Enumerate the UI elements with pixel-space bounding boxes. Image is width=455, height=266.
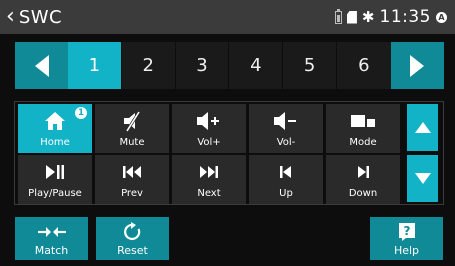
- mute-key-label: Mute: [119, 137, 145, 148]
- sd-card-icon: [346, 10, 357, 24]
- notification-icon: A: [436, 11, 447, 23]
- play-pause-icon: [45, 159, 65, 185]
- match-button[interactable]: Match: [15, 217, 88, 260]
- up-key-label: Up: [279, 188, 293, 199]
- reset-button-label: Reset: [117, 244, 148, 257]
- home-icon: [44, 108, 66, 134]
- page-tab-6[interactable]: 6: [336, 42, 391, 89]
- back-button[interactable]: ‹ SWC: [6, 4, 62, 30]
- help-button-label: Help: [393, 244, 420, 257]
- learned-badge: 1: [75, 107, 87, 119]
- page-prev-button[interactable]: [15, 42, 68, 89]
- mode-key-label: Mode: [349, 137, 377, 148]
- page-next-button[interactable]: [390, 42, 444, 89]
- reset-icon: [123, 221, 143, 243]
- prev-key-label: Prev: [121, 188, 143, 199]
- help-icon: ?: [398, 221, 416, 243]
- match-button-label: Match: [34, 244, 69, 257]
- arrow-left-icon: [34, 54, 49, 77]
- home-key-label: Home: [40, 137, 70, 148]
- vol-down-key[interactable]: Vol-: [249, 104, 323, 153]
- mode-icon: [350, 108, 376, 134]
- volume-up-icon: [196, 108, 222, 134]
- play-pause-key[interactable]: Play/Pause: [18, 155, 92, 204]
- battery-icon: [334, 8, 342, 24]
- page-selector: 1 2 3 4 5 6: [15, 42, 444, 89]
- mute-icon: [121, 108, 143, 134]
- prev-key[interactable]: Prev: [95, 155, 169, 204]
- step-forward-icon: [356, 159, 370, 185]
- status-indicators: ✱ 11:35 A: [334, 6, 447, 28]
- reset-button[interactable]: Reset: [96, 217, 169, 260]
- arrow-right-icon: [410, 54, 425, 77]
- next-key-label: Next: [197, 188, 221, 199]
- down-key-label: Down: [348, 188, 378, 199]
- down-key[interactable]: Down: [326, 155, 400, 204]
- volume-down-icon: [273, 108, 299, 134]
- home-key[interactable]: Home 1: [18, 104, 92, 153]
- arrow-up-icon: [414, 122, 431, 133]
- page-tab-3[interactable]: 3: [175, 42, 230, 89]
- vol-up-key[interactable]: Vol+: [172, 104, 246, 153]
- step-back-icon: [279, 159, 293, 185]
- page-tab-4[interactable]: 4: [229, 42, 284, 89]
- match-icon: [37, 221, 67, 243]
- play-pause-key-label: Play/Pause: [28, 188, 82, 199]
- mode-key[interactable]: Mode: [326, 104, 400, 153]
- page-tab-5[interactable]: 5: [283, 42, 337, 89]
- up-key[interactable]: Up: [249, 155, 323, 204]
- page-tab-2[interactable]: 2: [121, 42, 176, 89]
- clock: 11:35: [379, 7, 431, 27]
- page-tab-1[interactable]: 1: [68, 42, 122, 89]
- svg-text:?: ?: [403, 224, 410, 238]
- status-bar: ‹ SWC ✱ 11:35 A: [0, 0, 455, 34]
- bluetooth-icon: ✱: [361, 7, 375, 26]
- vol-up-key-label: Vol+: [197, 137, 221, 148]
- skip-next-icon: [199, 159, 219, 185]
- key-panel: Home 1 Mute Vol+ Vol- Mode Play/Pause Pr…: [14, 101, 444, 205]
- arrow-down-icon: [414, 173, 431, 184]
- vol-down-key-label: Vol-: [276, 137, 296, 148]
- skip-previous-icon: [122, 159, 142, 185]
- scroll-up-button[interactable]: [407, 104, 438, 151]
- scroll-down-button[interactable]: [407, 155, 438, 202]
- mute-key[interactable]: Mute: [95, 104, 169, 153]
- page-title: SWC: [18, 6, 63, 28]
- next-key[interactable]: Next: [172, 155, 246, 204]
- chevron-left-icon: ‹: [6, 4, 15, 29]
- help-button[interactable]: ? Help: [370, 217, 443, 260]
